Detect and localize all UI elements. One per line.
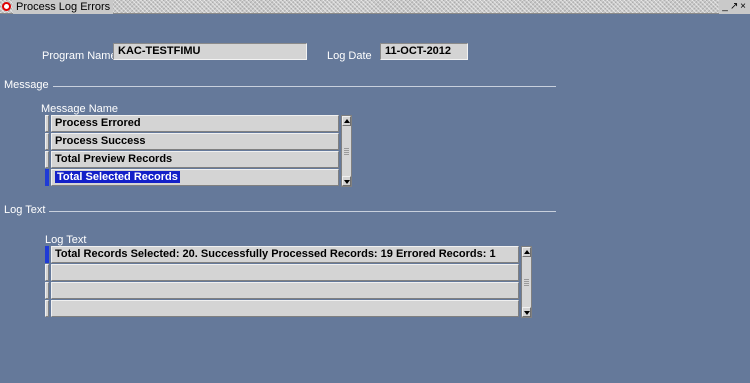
log-text-row[interactable] — [51, 300, 519, 317]
message-scrollbar[interactable] — [341, 115, 352, 187]
scroll-grip-icon[interactable] — [344, 147, 349, 155]
scroll-up-arrow-icon[interactable] — [342, 116, 351, 126]
message-row-selected[interactable]: Total Selected Records — [51, 169, 339, 186]
message-row[interactable]: Total Preview Records — [51, 151, 339, 168]
minimize-icon[interactable]: _ — [721, 0, 730, 13]
maximize-icon[interactable]: ↗ — [730, 0, 739, 13]
current-record-indicator[interactable] — [45, 246, 49, 263]
record-indicator[interactable] — [45, 282, 49, 299]
record-indicator[interactable] — [45, 264, 49, 281]
message-section-title: Message — [4, 79, 53, 91]
scroll-down-arrow-icon[interactable] — [342, 176, 351, 186]
record-indicator[interactable] — [45, 151, 49, 168]
log-date-label: Log Date — [327, 50, 372, 62]
logtext-section-title: Log Text — [4, 204, 50, 216]
log-text-column-label: Log Text — [45, 234, 87, 246]
log-text-row[interactable] — [51, 282, 519, 299]
record-indicator[interactable] — [45, 115, 49, 132]
log-text-scrollbar[interactable] — [521, 246, 532, 318]
log-date-field[interactable]: 11-OCT-2012 — [380, 43, 468, 60]
program-name-label: Program Name — [42, 50, 117, 62]
window-title: Process Log Errors — [13, 0, 114, 14]
oracle-logo-icon — [2, 2, 11, 11]
record-indicator[interactable] — [45, 300, 49, 317]
message-section-divider — [4, 86, 556, 87]
close-icon[interactable]: × — [739, 0, 748, 13]
record-indicator[interactable] — [45, 133, 49, 150]
scroll-down-arrow-icon[interactable] — [522, 307, 531, 317]
log-text-row[interactable] — [51, 264, 519, 281]
current-record-indicator[interactable] — [45, 169, 49, 186]
window-controls: _↗× — [719, 0, 750, 14]
selected-text: Total Selected Records — [55, 171, 180, 183]
log-text-row[interactable]: Total Records Selected: 20. Successfully… — [51, 246, 519, 263]
logtext-section-divider — [4, 211, 556, 212]
message-row[interactable]: Process Errored — [51, 115, 339, 132]
scroll-grip-icon[interactable] — [524, 278, 529, 286]
scroll-up-arrow-icon[interactable] — [522, 247, 531, 257]
window-titlebar: Process Log Errors _↗× — [0, 0, 750, 14]
message-name-column-label: Message Name — [41, 103, 119, 115]
program-name-field[interactable]: KAC-TESTFIMU — [113, 43, 307, 60]
message-row[interactable]: Process Success — [51, 133, 339, 150]
